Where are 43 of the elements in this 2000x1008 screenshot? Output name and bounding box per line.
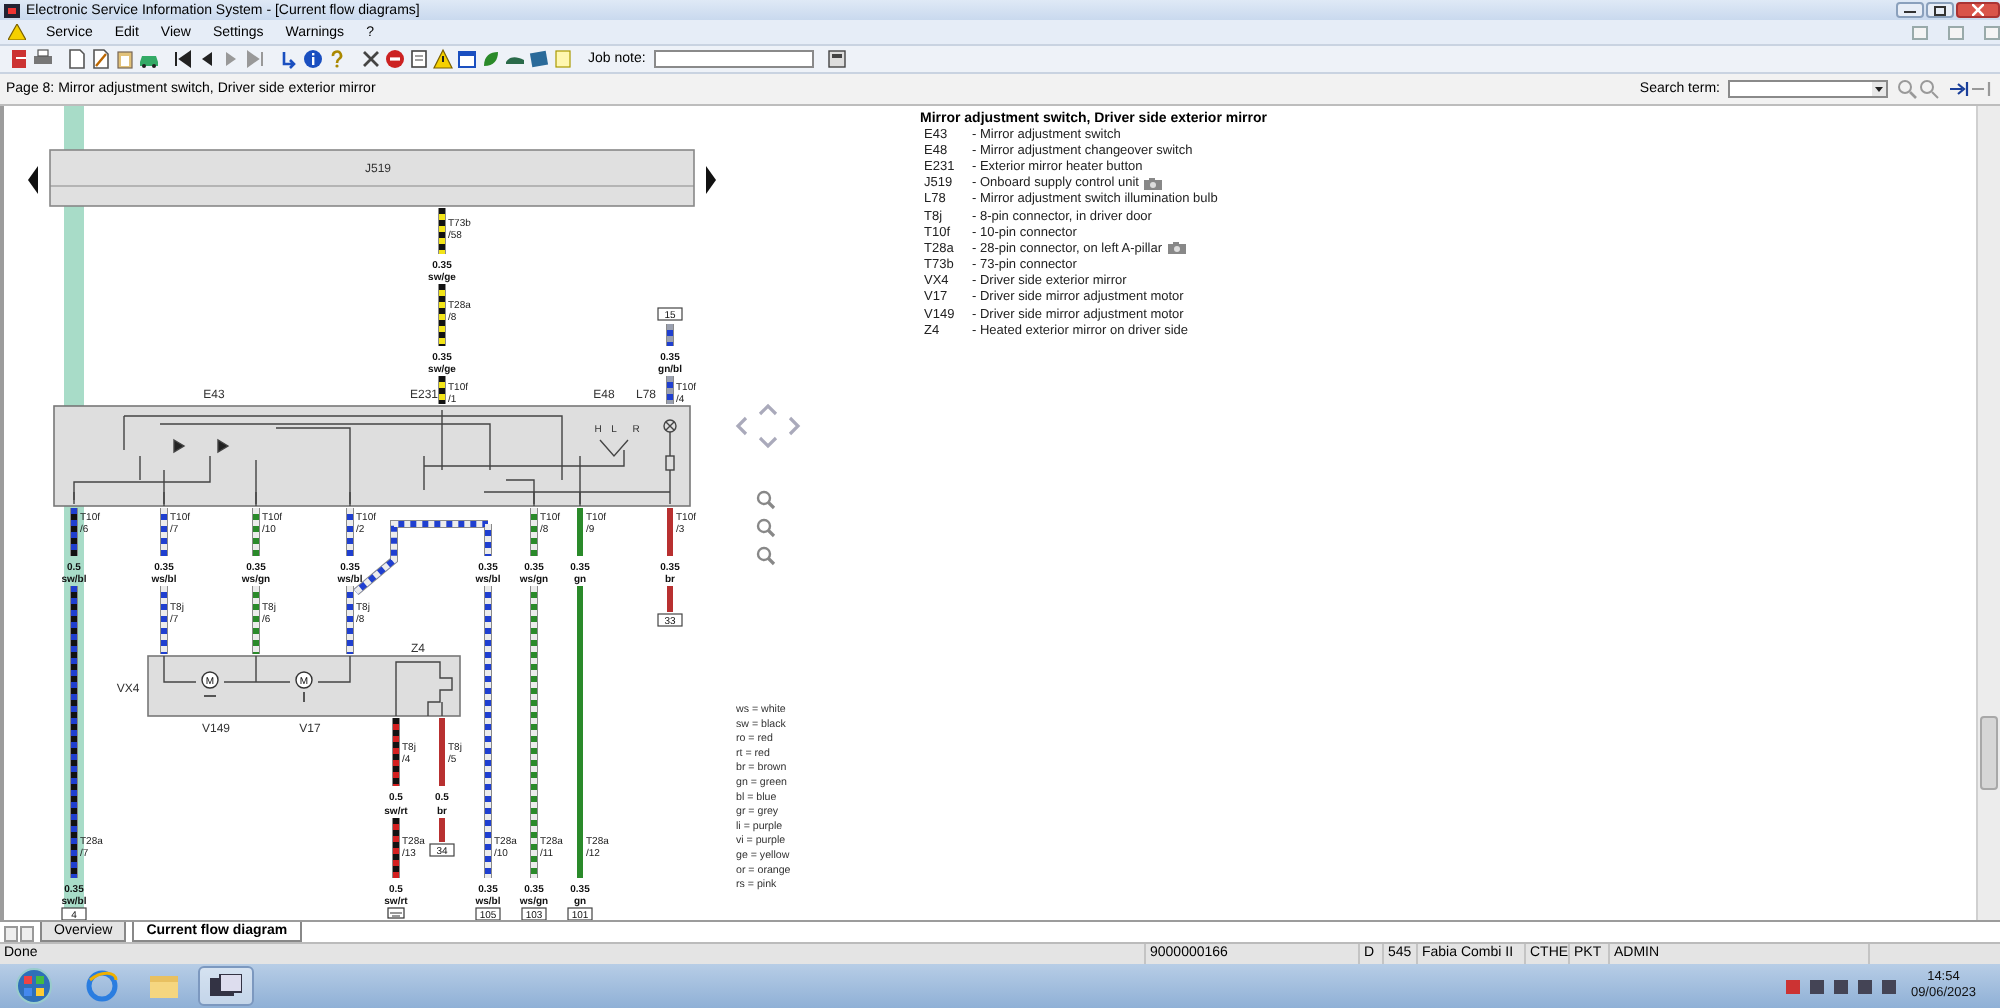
info-icon[interactable] xyxy=(302,48,324,70)
stop-icon[interactable] xyxy=(384,48,406,70)
zoom-out-icon[interactable] xyxy=(756,518,776,538)
browser-icon[interactable] xyxy=(86,970,118,1002)
zoom-fit-icon[interactable] xyxy=(756,546,776,566)
heater-drawing xyxy=(395,661,453,717)
app-window-icon xyxy=(210,974,242,998)
search-next-icon[interactable] xyxy=(1918,78,1940,100)
tab-scroll-right-button[interactable] xyxy=(20,926,34,942)
exit-icon[interactable] xyxy=(8,48,30,70)
edit-icon[interactable] xyxy=(90,48,112,70)
camera-icon[interactable] xyxy=(1168,242,1187,255)
card-icon[interactable] xyxy=(528,48,550,70)
document-icon[interactable] xyxy=(66,48,88,70)
close-icon xyxy=(1972,4,1984,16)
tab-scroll-left-button[interactable] xyxy=(4,926,18,942)
leaf-icon[interactable] xyxy=(480,48,502,70)
camera-icon[interactable] xyxy=(1144,177,1163,190)
scroll-right-icon[interactable] xyxy=(706,166,716,194)
jump-forward-icon[interactable] xyxy=(1948,78,1970,100)
scrollbar[interactable] xyxy=(1976,106,2000,920)
book-icon[interactable] xyxy=(408,48,430,70)
dropdown-icon[interactable] xyxy=(1872,82,1886,96)
app-logo-icon xyxy=(4,3,20,17)
calculator-icon[interactable] xyxy=(825,48,848,70)
job-note-field[interactable] xyxy=(653,50,814,68)
warning-icon xyxy=(8,24,26,40)
first-page-icon[interactable] xyxy=(172,48,194,70)
search-field[interactable] xyxy=(1728,80,1888,98)
help-icon[interactable] xyxy=(326,48,348,70)
minimize-icon xyxy=(1904,6,1916,14)
restore-icon xyxy=(1934,5,1946,15)
zoom-in-icon[interactable] xyxy=(756,490,776,510)
taskbar-app-button[interactable] xyxy=(198,966,254,1006)
calendar-icon[interactable] xyxy=(456,48,478,70)
last-page-icon[interactable] xyxy=(244,48,266,70)
warning-icon[interactable] xyxy=(432,48,454,70)
printer-icon[interactable] xyxy=(32,48,54,70)
search-icon[interactable] xyxy=(1896,78,1918,100)
return-icon[interactable] xyxy=(278,48,300,70)
clipboard-icon[interactable] xyxy=(114,48,136,70)
start-button[interactable] xyxy=(16,968,52,1004)
scroll-left-icon[interactable] xyxy=(28,166,38,194)
